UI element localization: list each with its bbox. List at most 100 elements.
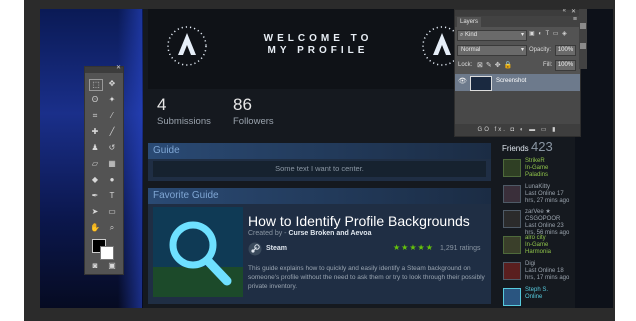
opacity-input[interactable]: 100% bbox=[555, 45, 576, 56]
visibility-eye-icon[interactable]: 👁 bbox=[458, 77, 467, 85]
chevron-down-icon: ▾ bbox=[520, 47, 524, 53]
friend-text: Digi Last Online 18 hrs, 17 mins ago bbox=[525, 261, 575, 282]
layer-row-screenshot[interactable]: 👁 Screenshot bbox=[455, 74, 580, 91]
healing-brush-icon[interactable]: ✚ bbox=[89, 127, 101, 137]
dock-icon[interactable] bbox=[580, 43, 586, 49]
blur-tool-icon[interactable]: ◆ bbox=[89, 175, 101, 185]
friend-status: In-Game bbox=[525, 165, 549, 171]
layer-name[interactable]: Screenshot bbox=[496, 78, 526, 84]
guide-thumbnail-magnifier-icon[interactable] bbox=[153, 207, 243, 297]
favorite-guide-header: Favorite Guide bbox=[148, 188, 491, 204]
guide-ratings: 1,291 ratings bbox=[440, 245, 481, 252]
friend-item[interactable]: alro city In-Game Harmonia bbox=[503, 235, 575, 258]
filter-type-icons[interactable]: ▣ ◐ T ▭ ◈ bbox=[529, 30, 568, 37]
stat-number: 86 bbox=[233, 95, 252, 114]
stat-submissions[interactable]: 4 Submissions bbox=[157, 95, 211, 127]
background-color-swatch[interactable] bbox=[100, 246, 114, 260]
history-brush-icon[interactable]: ↺ bbox=[106, 143, 118, 153]
guide-panel: Guide Some text I want to center. bbox=[148, 143, 491, 181]
marquee-tool-icon[interactable]: ⬚ bbox=[89, 79, 103, 91]
gradient-tool-icon[interactable]: ▦ bbox=[106, 159, 118, 169]
dodge-tool-icon[interactable]: ● bbox=[106, 175, 118, 185]
avatar bbox=[503, 262, 521, 280]
type-tool-icon[interactable]: T bbox=[106, 191, 118, 201]
layers-footer-icons[interactable]: GO fx. ◘ ◐ ▬ ▭ ▮ bbox=[455, 124, 580, 136]
guide-authors[interactable]: Curse Broken and Aevoa bbox=[288, 230, 371, 237]
friend-status: Last Online 18 hrs, 17 mins ago bbox=[525, 268, 570, 281]
friend-name: LunaKitty bbox=[525, 184, 551, 190]
chevron-down-icon: ▾ bbox=[520, 32, 524, 38]
friend-text: Steph S. Online bbox=[525, 287, 548, 301]
banner-title-line-2: MY PROFILE bbox=[267, 45, 369, 56]
lasso-tool-icon[interactable]: ʘ bbox=[89, 95, 101, 105]
friend-item[interactable]: Digi Last Online 18 hrs, 17 mins ago bbox=[503, 261, 575, 284]
friend-item[interactable]: LunaKitty Last Online 17 hrs, 27 mins ag… bbox=[503, 184, 575, 207]
stat-followers[interactable]: 86 Followers bbox=[233, 95, 274, 127]
friend-name: Steph S. bbox=[525, 287, 549, 293]
pen-tool-icon[interactable]: ✒ bbox=[89, 191, 101, 201]
friend-status: In-Game bbox=[525, 242, 549, 248]
friend-status: Last Online 17 hrs, 27 mins ago bbox=[525, 191, 570, 204]
quick-mask-icon[interactable]: ◙ bbox=[89, 261, 101, 271]
banner-title: WELCOME TO MY PROFILE bbox=[248, 33, 388, 57]
dock-icon[interactable] bbox=[580, 23, 586, 29]
friend-name: alro city bbox=[525, 235, 546, 241]
friend-name: zarVee ★ CSGOPOOR bbox=[525, 209, 561, 222]
friend-item[interactable]: zarVee ★ CSGOPOOR Last Online 23 hrs, 56… bbox=[503, 209, 575, 236]
friend-text: zarVee ★ CSGOPOOR Last Online 23 hrs, 56… bbox=[525, 209, 575, 237]
friends-label[interactable]: Friends bbox=[502, 144, 529, 153]
close-icon[interactable]: ✕ bbox=[571, 8, 576, 15]
guide-credits: Created by - Curse Broken and Aevoa bbox=[248, 230, 371, 237]
blend-mode-select[interactable]: Normal ▾ bbox=[457, 45, 527, 56]
eyedropper-icon[interactable]: ⁄ bbox=[106, 111, 118, 121]
friend-name: StrikeR bbox=[525, 158, 545, 164]
shape-tool-icon[interactable]: ▭ bbox=[106, 207, 118, 217]
panel-menu-icon[interactable]: ≡ bbox=[573, 16, 577, 23]
friends-count: 423 bbox=[531, 139, 553, 154]
friend-detail: Paladins bbox=[525, 172, 549, 178]
filter-kind-select[interactable]: ⌕ Kind ▾ bbox=[457, 30, 527, 41]
zoom-tool-icon[interactable]: ⌕ bbox=[106, 223, 118, 233]
move-tool-icon[interactable]: ✥ bbox=[106, 79, 118, 89]
tab-layers[interactable]: Layers bbox=[457, 17, 482, 27]
path-selection-icon[interactable]: ➤ bbox=[89, 207, 101, 217]
guide-description: This guide explains how to quickly and e… bbox=[248, 265, 485, 290]
filter-kind-label: Kind bbox=[465, 32, 478, 38]
hand-tool-icon[interactable]: ✋ bbox=[89, 223, 101, 233]
collapse-icon[interactable]: « bbox=[563, 8, 566, 14]
friend-text: LunaKitty Last Online 17 hrs, 27 mins ag… bbox=[525, 184, 575, 205]
avatar bbox=[503, 288, 521, 306]
stat-label: Submissions bbox=[157, 116, 211, 127]
crop-tool-icon[interactable]: ⌗ bbox=[89, 111, 101, 121]
lock-icons[interactable]: ⊠✎✥🔒 bbox=[477, 61, 515, 69]
avatar bbox=[503, 236, 521, 254]
friend-item[interactable]: StrikeR In-Game Paladins bbox=[503, 158, 575, 181]
friend-status: Online bbox=[525, 294, 543, 300]
close-icon[interactable]: ✕ bbox=[116, 64, 121, 71]
fill-input[interactable]: 100% bbox=[555, 60, 576, 71]
lock-label: Lock: bbox=[458, 62, 473, 68]
layers-tabbar: Layers ≡ bbox=[455, 16, 580, 27]
fill-label: Fill: bbox=[543, 62, 553, 68]
logo-left-icon bbox=[167, 26, 207, 66]
guide-panel-header: Guide bbox=[148, 143, 491, 159]
brush-tool-icon[interactable]: ╱ bbox=[106, 127, 118, 137]
friend-item[interactable]: Steph S. Online bbox=[503, 287, 575, 310]
layers-list-empty bbox=[455, 91, 580, 124]
tools-panel-titlebar[interactable]: ✕ bbox=[85, 64, 123, 73]
stat-label: Followers bbox=[233, 116, 274, 127]
tools-panel: ✕ ⬚ ✥ ʘ ✦ ⌗ ⁄ ✚ ╱ ♟ ↺ ▱ ▦ ◆ ● ✒ T ➤ ▭ ✋ … bbox=[84, 64, 124, 275]
friend-text: StrikeR In-Game Paladins bbox=[525, 158, 548, 179]
stat-number: 4 bbox=[157, 95, 167, 114]
layer-thumbnail bbox=[470, 76, 492, 91]
steam-icon bbox=[248, 242, 262, 256]
screen-mode-icon[interactable]: ▣ bbox=[106, 261, 118, 271]
guide-title[interactable]: How to Identify Profile Backgrounds bbox=[248, 213, 470, 229]
eraser-tool-icon[interactable]: ▱ bbox=[89, 159, 101, 169]
clone-stamp-icon[interactable]: ♟ bbox=[89, 143, 101, 153]
avatar bbox=[503, 185, 521, 203]
friend-text: alro city In-Game Harmonia bbox=[525, 235, 551, 256]
avatar bbox=[503, 159, 521, 177]
magic-wand-icon[interactable]: ✦ bbox=[106, 95, 118, 105]
blend-mode-value: Normal bbox=[461, 47, 481, 53]
